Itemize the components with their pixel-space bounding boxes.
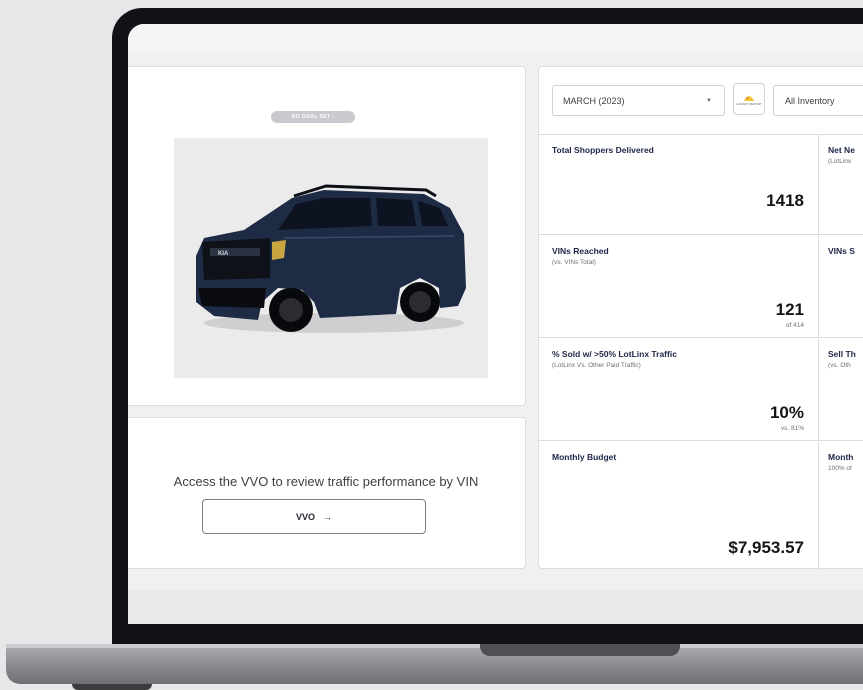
metric-title: VINs Reached	[552, 246, 609, 256]
metric-title: Total Shoppers Delivered	[552, 145, 654, 155]
metric-comparison: of 414	[785, 322, 804, 329]
laptop-foot	[72, 684, 152, 690]
app-header	[128, 24, 863, 52]
laptop-base	[6, 644, 863, 684]
canary-report-icon	[744, 95, 754, 101]
inventory-dropdown-value: All Inventory	[785, 95, 835, 106]
metric-title: % Sold w/ >50% LotLinx Traffic	[552, 349, 677, 359]
metric-title: Month	[828, 452, 854, 462]
month-dropdown-value: MARCH (2023)	[563, 95, 625, 106]
metric-vins-sold: VINs S	[820, 236, 863, 337]
metric-total-shoppers: Total Shoppers Delivered 1418	[539, 135, 819, 234]
metric-subtitle: (vs. Oth	[828, 362, 851, 369]
vehicle-photo: KIA	[174, 138, 488, 378]
metric-value: 121	[775, 300, 804, 319]
laptop-lid-notch	[480, 644, 680, 656]
metric-vins-reached: VINs Reached (vs. VINs Total) 121 of 414	[539, 236, 819, 337]
metric-comparison: vs. 81%	[780, 425, 804, 432]
metric-subtitle: (vs. VINs Total)	[552, 259, 596, 266]
canary-report-button[interactable]: CANARY REPORT	[733, 83, 765, 115]
metric-value: 10%	[769, 403, 804, 422]
metric-title: Net Ne	[828, 145, 855, 155]
filter-toolbar: MARCH (2023) ▼ CANARY REPORT All Invento…	[539, 67, 863, 135]
metric-title: Sell Th	[828, 349, 856, 359]
metrics-panel: MARCH (2023) ▼ CANARY REPORT All Invento…	[538, 66, 863, 570]
inventory-dropdown[interactable]: All Inventory	[773, 85, 863, 116]
suv-illustration: KIA	[196, 184, 466, 333]
metric-row: Total Shoppers Delivered 1418 Net Ne (Lo…	[539, 135, 863, 235]
metric-row: VINs Reached (vs. VINs Total) 121 of 414…	[539, 236, 863, 338]
month-dropdown[interactable]: MARCH (2023) ▼	[552, 85, 725, 116]
vvo-button[interactable]: VVO →	[202, 499, 426, 534]
metric-monthly-budget: Monthly Budget $7,953.57	[539, 442, 819, 570]
laptop-base-edge	[6, 644, 863, 648]
metric-net-new: Net Ne (LotLinx	[820, 135, 863, 234]
laptop-screen: NO GOAL SET › KIA Access the VVO to revi…	[128, 24, 863, 624]
metric-subtitle: 100% of	[828, 465, 852, 472]
dashboard-content: NO GOAL SET › KIA Access the VVO to revi…	[128, 52, 863, 624]
arrow-right-icon: →	[323, 511, 332, 522]
svg-text:KIA: KIA	[218, 251, 229, 257]
metric-percent-sold: % Sold w/ >50% LotLinx Traffic (LotLinx …	[539, 339, 819, 440]
metric-monthly-spend: Month 100% of	[820, 442, 863, 570]
canary-report-label: CANARY REPORT	[736, 101, 762, 106]
vvo-card: Access the VVO to review traffic perform…	[128, 417, 526, 569]
metric-title: VINs S	[828, 246, 855, 256]
metric-subtitle: (LotLinx	[828, 158, 852, 165]
vehicle-card: NO GOAL SET › KIA	[128, 66, 526, 406]
metric-row: Monthly Budget $7,953.57 Month 100% of	[539, 442, 863, 570]
metric-value: $7,953.57	[728, 538, 804, 557]
metric-title: Monthly Budget	[552, 452, 617, 462]
screen-bottom-strip	[128, 590, 863, 624]
metric-value: 1418	[766, 191, 804, 210]
metric-row: % Sold w/ >50% LotLinx Traffic (LotLinx …	[539, 339, 863, 441]
vvo-button-label: VVO	[295, 511, 315, 522]
vvo-description: Access the VVO to review traffic perform…	[173, 474, 479, 489]
metric-subtitle: (LotLinx Vs. Other Paid Traffic)	[552, 362, 641, 369]
caret-down-icon: ▼	[706, 97, 712, 104]
goal-status-badge[interactable]: NO GOAL SET ›	[271, 111, 355, 123]
metric-sell-through: Sell Th (vs. Oth	[820, 339, 863, 440]
